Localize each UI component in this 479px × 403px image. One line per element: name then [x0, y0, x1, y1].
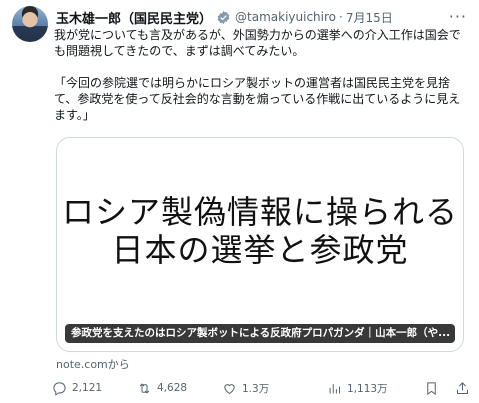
separator-dot: ·: [339, 10, 343, 24]
card-image: ロシア製偽情報に操られる 日本の選挙と参政党: [57, 138, 463, 351]
like-icon: [224, 383, 235, 394]
tweet-text: 我が党についても言及があるが、外国勢力からの選挙への介入工作は国会でも問題視して…: [54, 27, 466, 123]
card-source[interactable]: note.comから: [56, 356, 130, 372]
reply-icon: [53, 381, 66, 396]
avatar[interactable]: [12, 6, 48, 42]
views-icon: [329, 383, 340, 393]
tweet-quote: 「今回の参院選では明らかにロシア製ボットの運営者は国民民主党を見捨て、参政党を使…: [54, 76, 461, 122]
like-count: 1.3万: [242, 382, 270, 395]
views-count: 1,113万: [347, 382, 388, 395]
tweet-paragraph: 我が党についても言及があるが、外国勢力からの選挙への介入工作は国会でも問題視して…: [54, 28, 461, 58]
share-icon: [457, 381, 468, 394]
tweet-header: 玉木雄一郎（国民民主党） @tamakiyuichiro · 7月15日 ···: [56, 7, 467, 27]
views-button[interactable]: 1,113万: [327, 378, 388, 398]
display-name[interactable]: 玉木雄一郎（国民民主党）: [56, 8, 212, 27]
bookmark-button[interactable]: [424, 378, 444, 398]
handle[interactable]: @tamakiyuichiro: [235, 10, 336, 24]
reply-count: 2,121: [72, 382, 103, 394]
action-bar: 2,121 4,628 1.3万 1,113万: [52, 378, 472, 398]
reply-button[interactable]: 2,121: [52, 378, 102, 398]
retweet-button[interactable]: 4,628: [137, 378, 187, 398]
like-button[interactable]: 1.3万: [222, 378, 269, 398]
retweet-count: 4,628: [157, 382, 188, 394]
more-icon[interactable]: ···: [449, 7, 467, 27]
card-image-title-line: ロシア製偽情報に操られる: [61, 192, 458, 231]
post-date[interactable]: 7月15日: [346, 9, 393, 26]
bookmark-icon: [427, 381, 436, 395]
verified-badge-icon: [217, 10, 230, 24]
share-button[interactable]: [455, 378, 475, 398]
link-card[interactable]: ロシア製偽情報に操られる 日本の選挙と参政党 参政党を支えたのはロシア製ボットに…: [56, 137, 464, 352]
card-image-title-line: 日本の選挙と参政党: [111, 230, 409, 269]
card-caption: 参政党を支えたのはロシア製ボットによる反政府プロパガンダ｜山本一郎（や...: [65, 324, 455, 343]
retweet-icon: [139, 382, 150, 394]
